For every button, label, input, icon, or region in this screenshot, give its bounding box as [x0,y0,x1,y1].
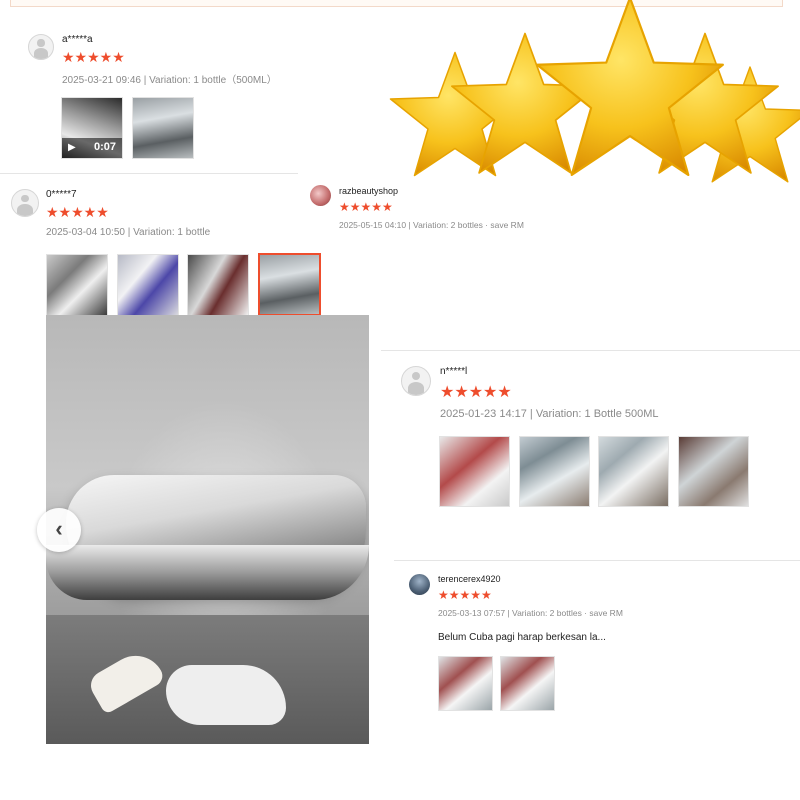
avatar [11,189,39,217]
rating-stars: ★★★★★ [438,588,492,602]
reviewer-name: n*****l [440,366,468,377]
rating-stars: ★★★★★ [440,384,512,401]
review-photo-thumbnail[interactable] [438,656,493,711]
review-photo-thumbnail[interactable] [500,656,555,711]
divider [0,173,298,174]
gold-star-shape [389,0,800,183]
divider [381,350,800,351]
review-meta: 2025-05-15 04:10 | Variation: 2 bottles … [339,220,524,230]
review-card: a*****a ★★★★★ 2025-03-21 09:46 | Variati… [0,30,300,170]
previous-photo-button[interactable]: ‹ [37,508,81,552]
review-photo-thumbnail[interactable] [46,254,108,316]
review-photo-thumbnail[interactable] [598,436,669,507]
avatar [401,366,431,396]
review-photo-viewer[interactable] [46,315,369,744]
review-meta: 2025-03-04 10:50 | Variation: 1 bottle [46,227,211,238]
rating-stars: ★★★★★ [339,200,393,214]
review-photo-thumbnail[interactable] [117,254,179,316]
divider [394,560,800,561]
avatar [409,574,430,595]
review-comment: Belum Cuba pagi harap berkesan la... [438,632,606,643]
review-video-thumbnail[interactable]: ▶ 0:07 [61,97,123,159]
review-photo-thumbnail[interactable] [519,436,590,507]
reviewer-name: 0*****7 [46,189,77,200]
review-meta: 2025-03-21 09:46 | Variation: 1 bottle（5… [62,75,277,86]
video-duration: 0:07 [93,141,116,153]
reviewer-name: a*****a [62,34,93,45]
rating-stars: ★★★★★ [46,204,109,220]
review-photo-thumbnail[interactable] [439,436,510,507]
review-card: n*****l ★★★★★ 2025-01-23 14:17 | Variati… [395,362,800,512]
review-card: terencerex4920 ★★★★★ 2025-03-13 07:57 | … [400,570,800,720]
rating-stars: ★★★★★ [62,49,125,65]
review-meta: 2025-01-23 14:17 | Variation: 1 Bottle 5… [440,408,659,420]
review-card: razbeautyshop ★★★★★ 2025-05-15 04:10 | V… [300,182,620,242]
avatar [28,34,54,60]
reviewer-name: terencerex4920 [438,574,501,584]
video-camera-icon: ▶ [68,142,76,153]
review-photo-thumbnail[interactable] [132,97,194,159]
review-photo-thumbnail[interactable] [187,254,249,316]
review-meta: 2025-03-13 07:57 | Variation: 2 bottles … [438,608,623,618]
review-photo-thumbnail[interactable] [678,436,749,507]
chevron-left-icon: ‹ [55,516,63,541]
gold-stars-icon [389,0,800,183]
review-photo-thumbnail-selected[interactable] [258,253,321,316]
avatar [310,185,331,206]
reviewer-name: razbeautyshop [339,186,399,196]
